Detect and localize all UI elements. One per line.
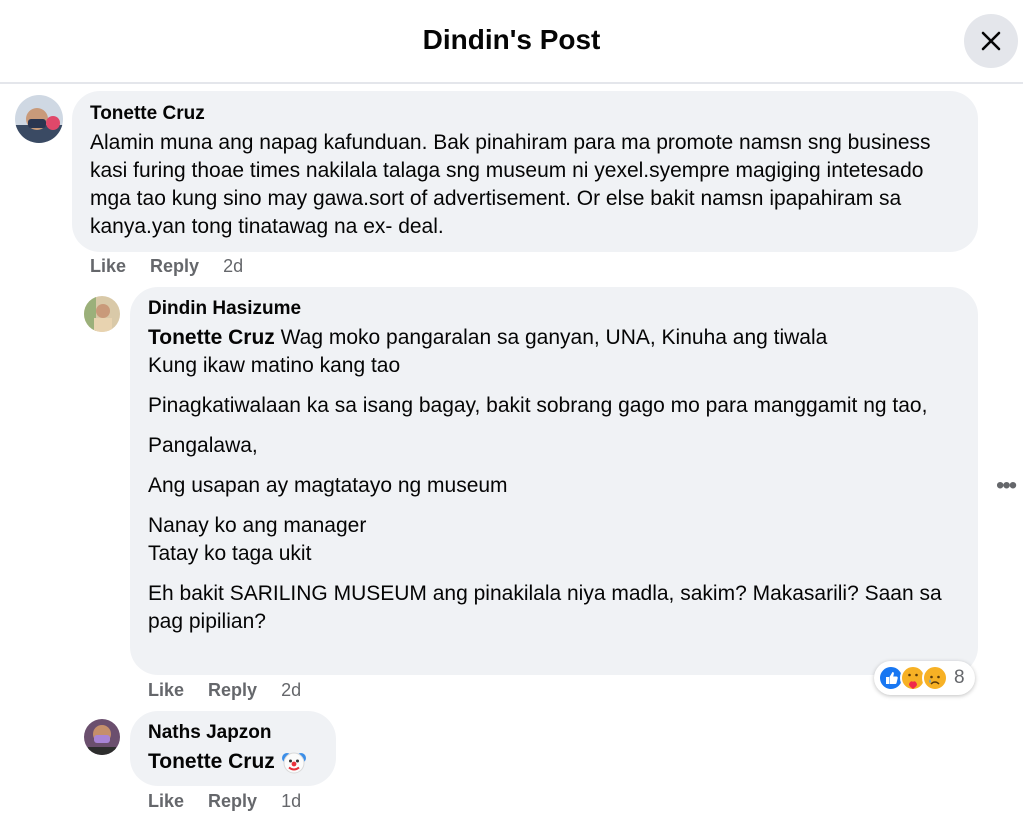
post-header: Dindin's Post — [0, 0, 1023, 84]
like-button[interactable]: Like — [90, 256, 126, 277]
comment-timestamp[interactable]: 1d — [281, 791, 301, 812]
comment-author[interactable]: Tonette Cruz — [90, 103, 960, 125]
comment-text: Tatay ko taga ukit — [148, 542, 312, 565]
avatar[interactable] — [84, 296, 120, 332]
comment-actions: Like Reply 2d — [148, 680, 301, 701]
page-title: Dindin's Post — [422, 24, 601, 55]
comment-actions: Like Reply 1d — [148, 791, 301, 812]
comment-text: Tonette Cruz — [148, 748, 318, 776]
comment-paragraph: Pinagkatiwalaan ka sa isang bagay, bakit… — [148, 394, 928, 417]
comment-paragraph: Nanay ko ang manager Tatay ko taga ukit — [148, 512, 960, 568]
comment-actions: Like Reply 2d — [90, 256, 243, 277]
reply-button[interactable]: Reply — [208, 680, 257, 701]
comment-text: Nanay ko ang manager — [148, 514, 367, 537]
clown-face-icon — [281, 752, 306, 774]
close-button[interactable] — [964, 14, 1018, 68]
sad-icon — [922, 665, 948, 691]
comment-text: Alamin muna ang napag kafunduan. Bak pin… — [90, 131, 931, 238]
mention-link[interactable]: Tonette Cruz — [148, 748, 275, 776]
comment-paragraph: Ang usapan ay magtatayo ng museum — [148, 474, 508, 497]
comment-bubble: Tonette Cruz Alamin muna ang napag kafun… — [72, 91, 978, 252]
mention-link[interactable]: Tonette Cruz — [148, 326, 275, 349]
comment-timestamp[interactable]: 2d — [281, 680, 301, 701]
reply-button[interactable]: Reply — [208, 791, 257, 812]
more-dots-icon[interactable]: ••• — [996, 472, 1017, 500]
reactions-summary[interactable]: 8 — [874, 661, 975, 695]
close-icon — [981, 31, 1001, 51]
like-button[interactable]: Like — [148, 791, 184, 812]
comment-author[interactable]: Dindin Hasizume — [148, 298, 960, 320]
comment-timestamp[interactable]: 2d — [223, 256, 243, 277]
like-button[interactable]: Like — [148, 680, 184, 701]
comment-paragraph: Eh bakit SARILING MUSEUM ang pinakilala … — [148, 582, 942, 633]
comment-bubble: Dindin Hasizume Tonette Cruz Wag moko pa… — [130, 287, 978, 675]
reaction-count: 8 — [954, 667, 965, 688]
comment-first-line: Tonette Cruz Wag moko pangaralan sa gany… — [148, 324, 960, 380]
reply-button[interactable]: Reply — [150, 256, 199, 277]
avatar[interactable] — [84, 719, 120, 755]
comment-bubble: Naths Japzon Tonette Cruz — [130, 711, 336, 786]
comment-text: Wag moko pangaralan sa ganyan, UNA, Kinu… — [274, 326, 828, 349]
comment-text: Kung ikaw matino kang tao — [148, 354, 401, 377]
comment-paragraph: Pangalawa, — [148, 434, 258, 457]
avatar[interactable] — [15, 95, 63, 143]
comment-author[interactable]: Naths Japzon — [148, 722, 318, 744]
